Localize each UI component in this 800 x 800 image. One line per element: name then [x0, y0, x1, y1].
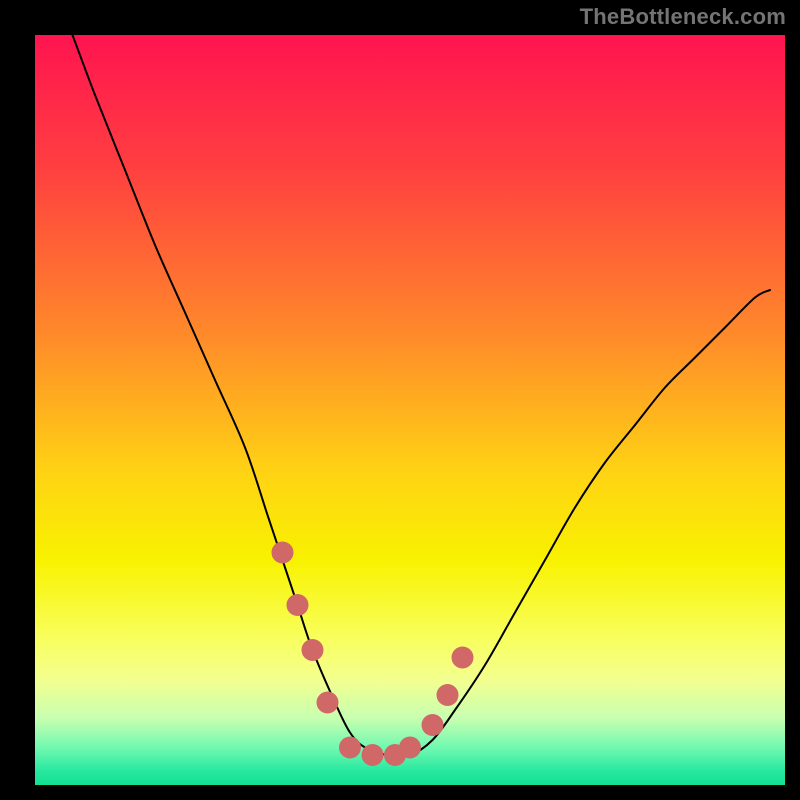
- marker-dot: [287, 594, 309, 616]
- marker-dot: [362, 744, 384, 766]
- marker-dot: [339, 737, 361, 759]
- marker-dot: [422, 714, 444, 736]
- watermark-text: TheBottleneck.com: [580, 4, 786, 30]
- marker-dot: [317, 692, 339, 714]
- marker-dot: [452, 647, 474, 669]
- marker-dot: [302, 639, 324, 661]
- marker-dot: [272, 542, 294, 564]
- highlighted-markers: [35, 35, 785, 785]
- marker-dot: [437, 684, 459, 706]
- marker-dot: [399, 737, 421, 759]
- plot-area: [35, 35, 785, 785]
- chart-stage: TheBottleneck.com: [0, 0, 800, 800]
